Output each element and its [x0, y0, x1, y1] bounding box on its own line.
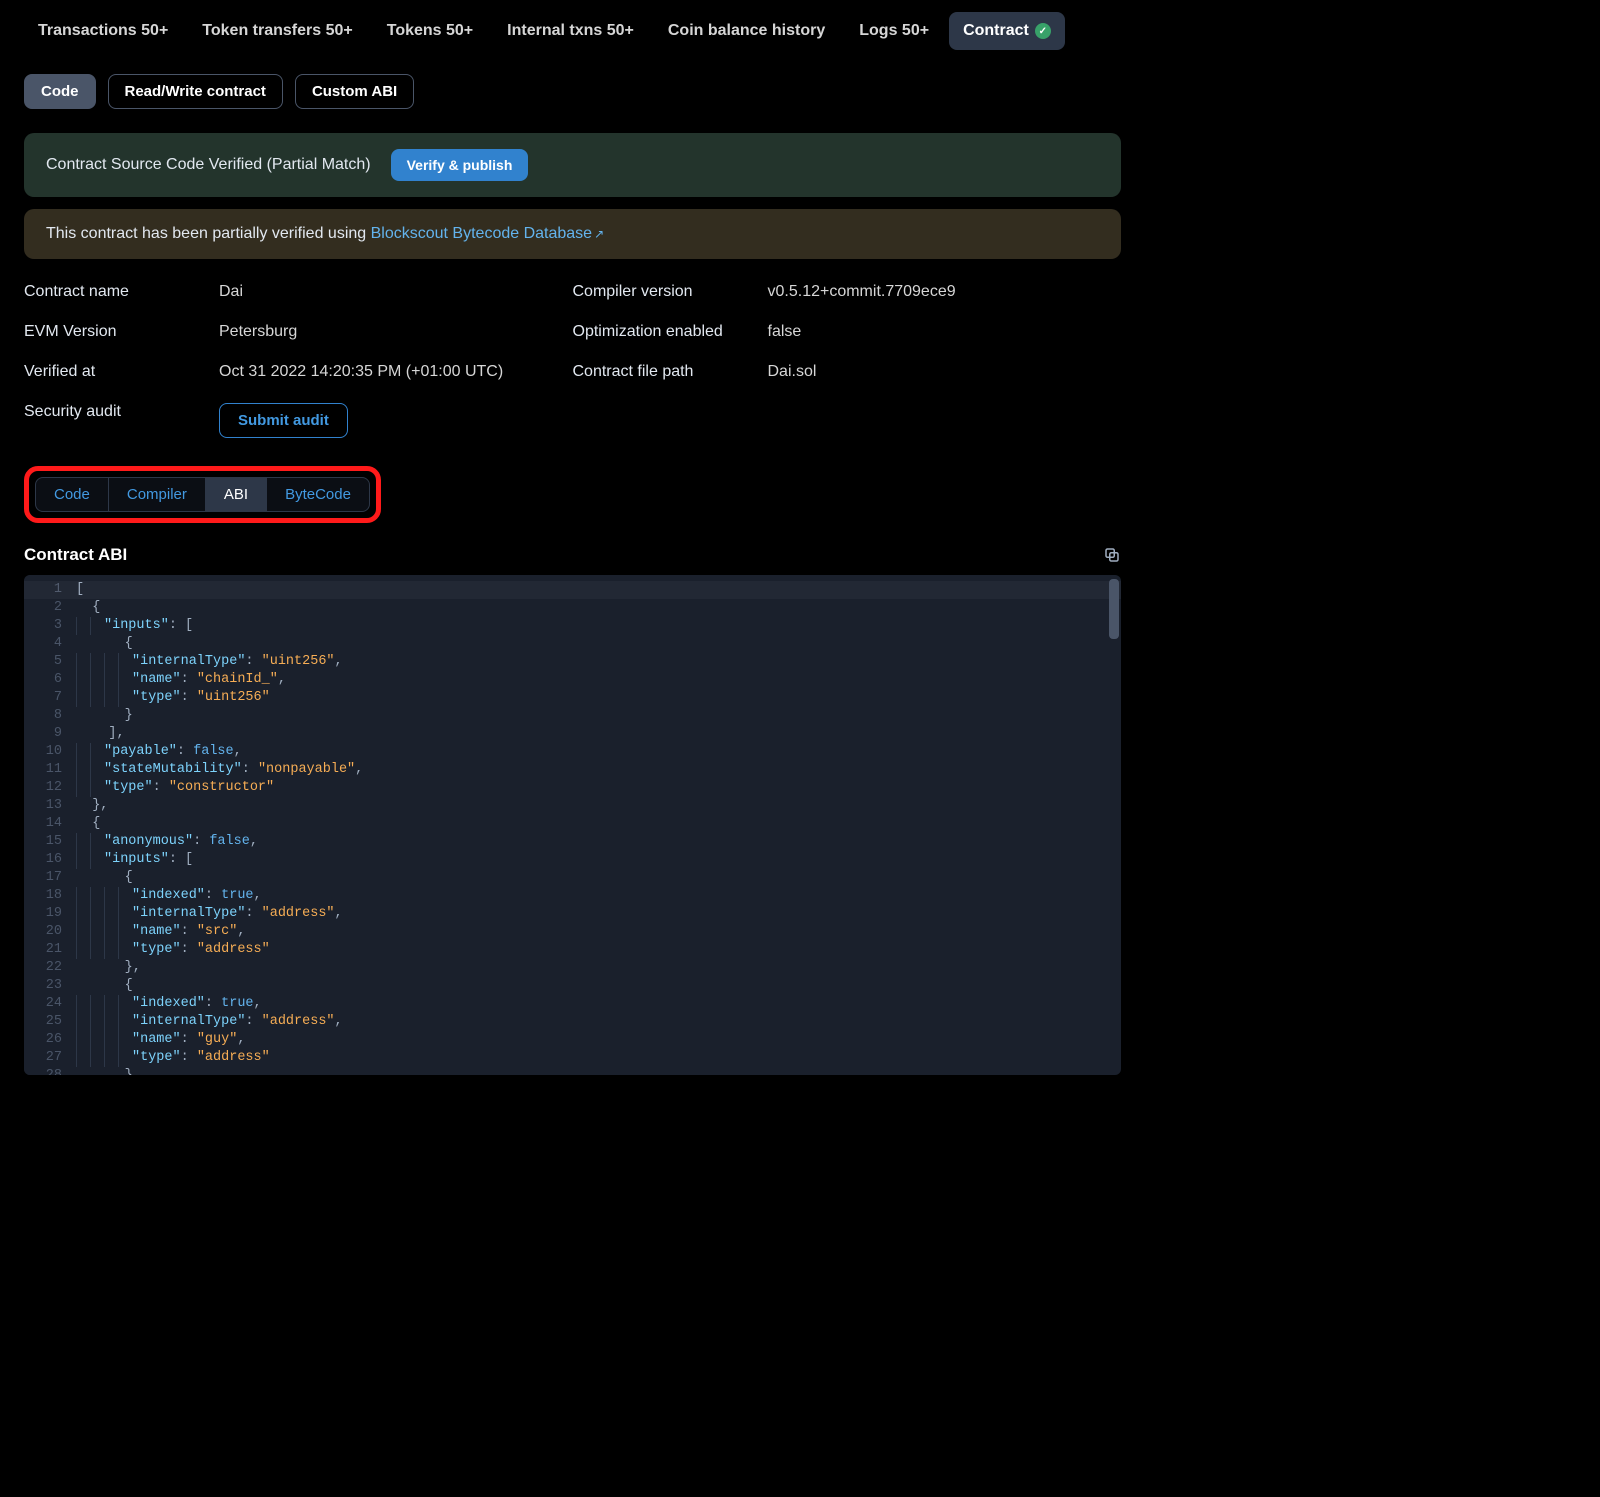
tab-token-transfers[interactable]: Token transfers 50+	[188, 12, 366, 50]
bytecode-db-alert: This contract has been partially verifie…	[24, 209, 1121, 259]
abi-section-header: Contract ABI	[24, 545, 1121, 565]
highlight-annotation: CodeCompilerABIByteCode	[24, 466, 381, 523]
bytecode-db-link[interactable]: Blockscout Bytecode Database	[371, 225, 592, 242]
verify-publish-button[interactable]: Verify & publish	[391, 149, 529, 181]
contract-subtabs: Code Read/Write contract Custom ABI	[24, 74, 1121, 109]
detail-label: EVM Version	[24, 323, 219, 341]
source-tab-bytecode[interactable]: ByteCode	[267, 478, 369, 511]
source-tabs: CodeCompilerABIByteCode	[35, 477, 370, 512]
tab-label: Internal txns 50+	[507, 22, 634, 40]
subtab-custom-abi[interactable]: Custom ABI	[295, 74, 414, 109]
abi-code-editor[interactable]: 1234567891011121314151617181920212223242…	[24, 575, 1121, 1075]
section-title: Contract ABI	[24, 545, 127, 565]
detail-value: Dai.sol	[768, 363, 1122, 381]
main-tabs: Transactions 50+ Token transfers 50+ Token…	[24, 12, 1121, 50]
tab-tokens[interactable]: Tokens 50+	[373, 12, 487, 50]
external-link-icon: ↗	[594, 227, 604, 241]
tab-transactions[interactable]: Transactions 50+	[24, 12, 182, 50]
tab-coin-balance-history[interactable]: Coin balance history	[654, 12, 839, 50]
tab-label: Transactions 50+	[38, 22, 168, 40]
tab-label: Token transfers 50+	[202, 22, 352, 40]
tab-logs[interactable]: Logs 50+	[845, 12, 943, 50]
tab-label: Logs 50+	[859, 22, 929, 40]
copy-icon[interactable]	[1103, 546, 1121, 564]
subtab-read-write-contract[interactable]: Read/Write contract	[108, 74, 283, 109]
detail-label: Verified at	[24, 363, 219, 381]
tab-label: Contract	[963, 22, 1029, 40]
submit-audit-button[interactable]: Submit audit	[219, 403, 348, 438]
detail-label: Security audit	[24, 403, 219, 438]
detail-value: Petersburg	[219, 323, 573, 341]
source-tab-abi[interactable]: ABI	[206, 478, 267, 511]
detail-value: false	[768, 323, 1122, 341]
subtab-code[interactable]: Code	[24, 74, 96, 109]
detail-value: Dai	[219, 283, 573, 301]
tab-contract[interactable]: Contract ✓	[949, 12, 1065, 50]
scrollbar-thumb[interactable]	[1109, 579, 1119, 639]
verify-alert: Contract Source Code Verified (Partial M…	[24, 133, 1121, 197]
line-gutter: 1234567891011121314151617181920212223242…	[24, 575, 72, 1075]
contract-details: Contract nameDaiCompiler versionv0.5.12+…	[24, 283, 1121, 438]
tab-label: Tokens 50+	[387, 22, 473, 40]
source-tab-code[interactable]: Code	[36, 478, 109, 511]
detail-value: v0.5.12+commit.7709ece9	[768, 283, 1122, 301]
detail-label: Contract file path	[573, 363, 768, 381]
detail-label: Contract name	[24, 283, 219, 301]
detail-value: Oct 31 2022 14:20:35 PM (+01:00 UTC)	[219, 363, 573, 381]
verified-check-icon: ✓	[1035, 23, 1051, 39]
tab-internal-txns[interactable]: Internal txns 50+	[493, 12, 648, 50]
code-content: [ {"inputs": [ {"internalType": "uint256…	[72, 575, 1121, 1075]
tab-label: Coin balance history	[668, 22, 825, 40]
verify-alert-text: Contract Source Code Verified (Partial M…	[46, 156, 371, 174]
detail-label: Optimization enabled	[573, 323, 768, 341]
detail-label: Compiler version	[573, 283, 768, 301]
source-tab-compiler[interactable]: Compiler	[109, 478, 206, 511]
db-alert-prefix: This contract has been partially verifie…	[46, 225, 371, 242]
